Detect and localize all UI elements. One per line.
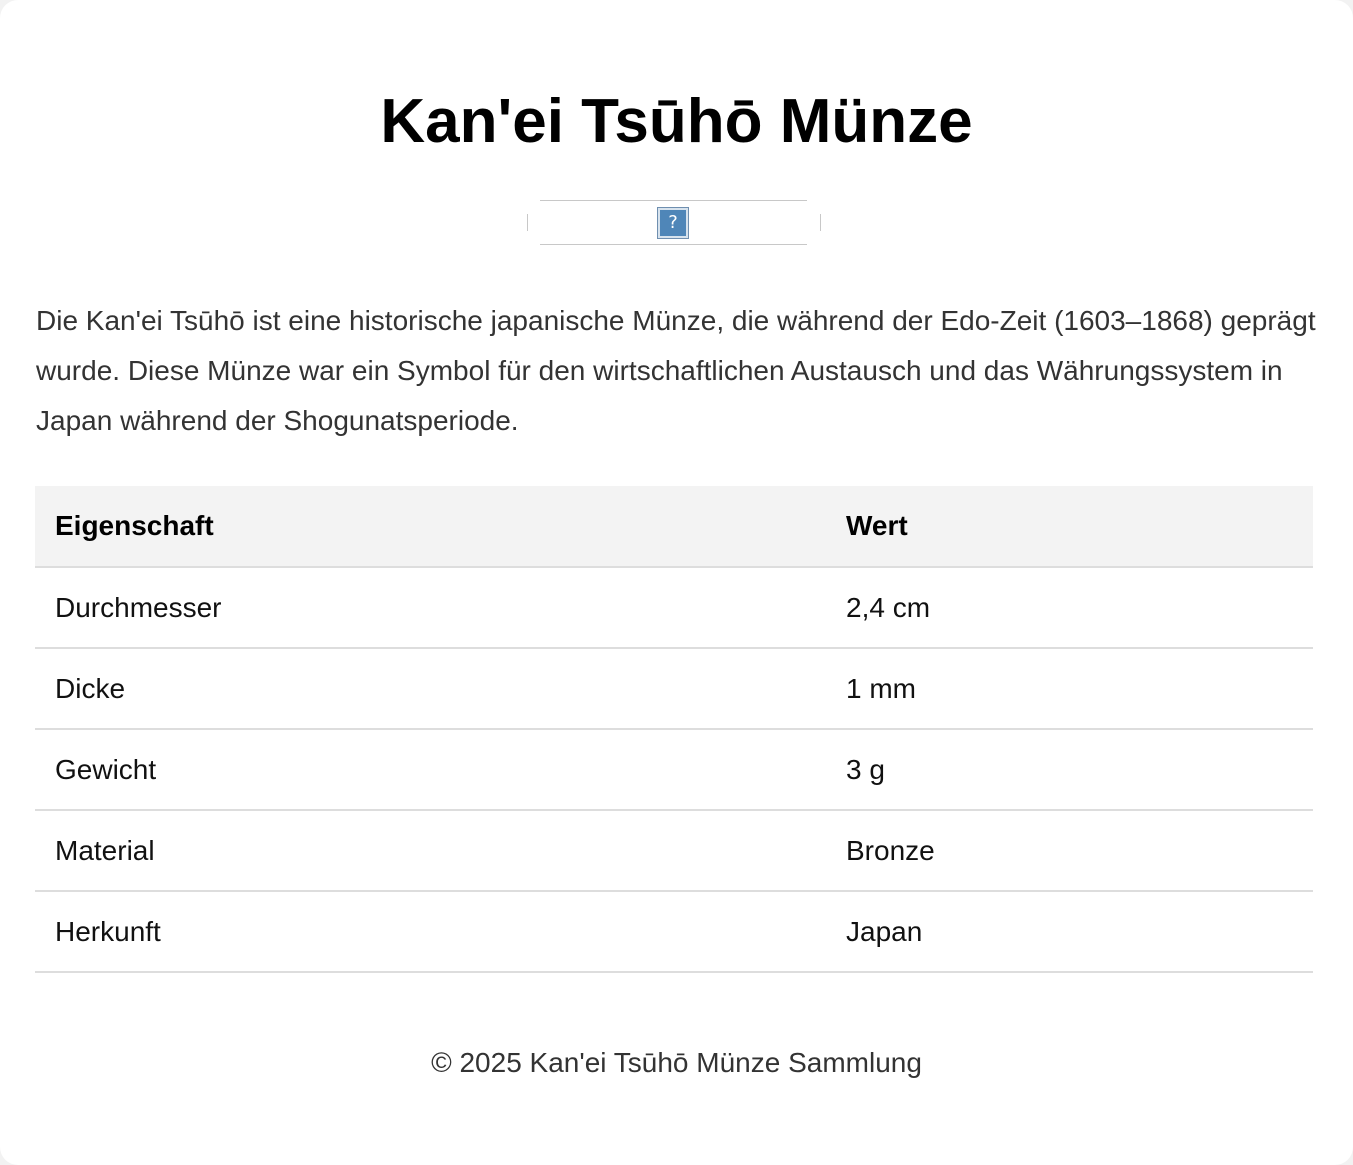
column-header-property: Eigenschaft <box>35 486 826 568</box>
image-frame-bottom <box>540 244 807 245</box>
property-cell: Durchmesser <box>35 567 826 649</box>
value-cell: 3 g <box>826 729 1313 811</box>
broken-image-icon: ? <box>657 207 689 239</box>
properties-table: Eigenschaft Wert Durchmesser 2,4 cm Dick… <box>35 486 1313 973</box>
content-card: Kan'ei Tsūhō Münze ? Die Kan'ei Tsūhō is… <box>0 0 1353 1165</box>
page-footer: © 2025 Kan'ei Tsūhō Münze Sammlung <box>431 1047 922 1078</box>
value-cell: 1 mm <box>826 648 1313 730</box>
table-header-row: Eigenschaft Wert <box>35 486 1313 568</box>
page-title: Kan'ei Tsūhō Münze <box>380 87 973 156</box>
table-row: Material Bronze <box>35 810 1313 892</box>
table-row: Herkunft Japan <box>35 891 1313 973</box>
coin-image: ? <box>527 200 821 245</box>
property-cell: Material <box>35 810 826 892</box>
value-cell: 2,4 cm <box>826 567 1313 649</box>
property-cell: Herkunft <box>35 891 826 973</box>
value-cell: Japan <box>826 891 1313 973</box>
coin-description: Die Kan'ei Tsūhō ist eine historische ja… <box>36 305 1316 436</box>
table-row: Gewicht 3 g <box>35 729 1313 811</box>
image-frame-right <box>820 214 821 231</box>
table-row: Durchmesser 2,4 cm <box>35 567 1313 649</box>
value-cell: Bronze <box>826 810 1313 892</box>
image-frame-left <box>527 214 528 231</box>
property-cell: Dicke <box>35 648 826 730</box>
image-frame-top <box>540 200 807 201</box>
property-cell: Gewicht <box>35 729 826 811</box>
column-header-value: Wert <box>826 486 1313 568</box>
table-row: Dicke 1 mm <box>35 648 1313 730</box>
